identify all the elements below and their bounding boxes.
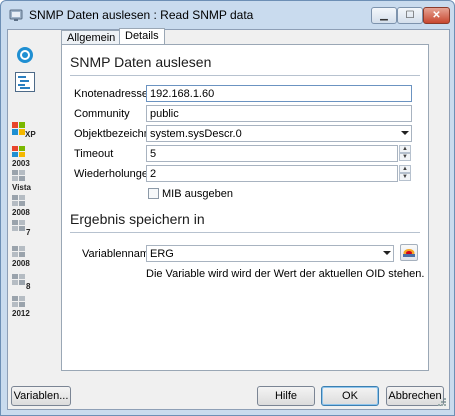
maximize-button[interactable]: ☐ xyxy=(397,7,423,24)
oid-value: system.sysDescr.0 xyxy=(150,128,242,140)
os-2003: 2003 xyxy=(12,146,38,168)
variable-value: ERG xyxy=(150,248,174,260)
maximize-icon: ☐ xyxy=(405,10,415,21)
spin-down-icon[interactable]: ▼ xyxy=(399,153,411,161)
retries-label: Wiederholungen xyxy=(74,168,155,180)
variable-picker-button[interactable] xyxy=(400,244,418,261)
timeout-stepper[interactable]: ▲ ▼ xyxy=(399,145,411,162)
retries-stepper[interactable]: ▲ ▼ xyxy=(399,165,411,182)
variable-hint: Die Variable wird wird der Wert der aktu… xyxy=(146,268,425,280)
community-input[interactable]: public xyxy=(146,105,412,122)
close-icon: ✕ xyxy=(432,10,441,21)
windows-7-icon xyxy=(12,220,25,231)
os-2012: 2012 xyxy=(12,296,38,318)
result-heading: Ergebnis speichern in xyxy=(70,211,205,227)
var-label: Variablenname xyxy=(82,248,156,260)
snmp-tool-icon[interactable] xyxy=(16,46,34,64)
dialog-window: SNMP Daten auslesen : Read SNMP data ▁ ☐… xyxy=(0,0,455,416)
os-label: 2008 xyxy=(12,208,30,217)
spin-down-icon[interactable]: ▼ xyxy=(399,173,411,181)
os-label: 2003 xyxy=(12,159,30,168)
tab-allgemein[interactable]: Allgemein xyxy=(61,30,122,45)
os-label: XP xyxy=(25,130,36,139)
divider xyxy=(70,232,420,233)
timeout-label: Timeout xyxy=(74,148,114,160)
minimize-icon: ▁ xyxy=(380,10,388,21)
minimize-button[interactable]: ▁ xyxy=(371,7,397,24)
details-list-icon[interactable] xyxy=(15,72,35,92)
resize-grip-icon[interactable] xyxy=(437,397,447,407)
windows-xp-icon xyxy=(12,122,25,135)
os-label: Vista xyxy=(12,183,31,192)
windows-8-icon xyxy=(12,274,25,285)
windows-2012-icon xyxy=(12,296,25,307)
community-label: Community xyxy=(74,108,130,120)
spin-up-icon[interactable]: ▲ xyxy=(399,145,411,153)
variable-icon xyxy=(403,248,415,257)
os-label: 2012 xyxy=(12,309,30,318)
ok-button[interactable]: OK xyxy=(321,386,379,406)
app-icon xyxy=(9,9,23,21)
os-8: 8 xyxy=(12,274,38,291)
snmp-heading: SNMP Daten auslesen xyxy=(70,54,212,70)
chevron-down-icon[interactable] xyxy=(383,251,391,255)
variable-combobox[interactable]: ERG xyxy=(146,245,394,262)
os-label: 8 xyxy=(26,282,31,291)
window-title: SNMP Daten auslesen : Read SNMP data xyxy=(29,8,254,22)
tab-label: Details xyxy=(125,30,159,42)
os-2008: 2008 xyxy=(12,195,38,217)
retries-input[interactable]: 2 xyxy=(146,165,398,182)
os-2008r2: 2008 xyxy=(12,246,38,268)
node-label: Knotenadresse xyxy=(74,88,148,100)
windows-2008r2-icon xyxy=(12,246,25,257)
timeout-input[interactable]: 5 xyxy=(146,145,398,162)
details-panel: SNMP Daten auslesen Knotenadresse 192.16… xyxy=(61,44,429,371)
cancel-button[interactable]: Abbrechen xyxy=(386,386,444,406)
os-xp: XP xyxy=(12,122,38,139)
spin-up-icon[interactable]: ▲ xyxy=(399,165,411,173)
mib-checkbox[interactable] xyxy=(148,188,159,199)
windows-vista-icon xyxy=(12,170,25,181)
variables-button[interactable]: Variablen... xyxy=(11,386,71,406)
node-address-input[interactable]: 192.168.1.60 xyxy=(146,85,412,102)
divider xyxy=(70,75,420,76)
tab-label: Allgemein xyxy=(67,32,116,44)
windows-2008-icon xyxy=(12,195,25,206)
oid-combobox[interactable]: system.sysDescr.0 xyxy=(146,125,412,142)
os-rail: XP 2003 Vista 2008 7 2008 8 2012 xyxy=(8,30,44,370)
help-button[interactable]: Hilfe xyxy=(257,386,315,406)
os-label: 2008 xyxy=(12,259,30,268)
windows-2003-icon xyxy=(12,146,25,157)
os-7: 7 xyxy=(12,220,38,237)
os-vista: Vista xyxy=(12,170,38,192)
os-label: 7 xyxy=(26,228,31,237)
close-button[interactable]: ✕ xyxy=(423,7,450,24)
chevron-down-icon[interactable] xyxy=(401,131,409,135)
dialog-client: XP 2003 Vista 2008 7 2008 8 2012 Allgeme… xyxy=(7,28,450,410)
title-bar[interactable]: SNMP Daten auslesen : Read SNMP data ▁ ☐… xyxy=(1,1,454,29)
mib-label: MIB ausgeben xyxy=(162,188,233,200)
